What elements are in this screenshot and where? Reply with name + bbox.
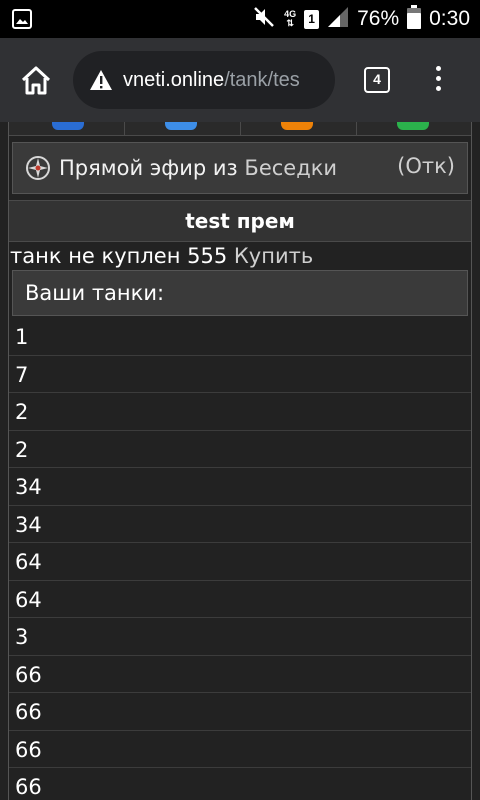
home-icon[interactable]	[20, 65, 52, 97]
status-bar: 4G ⇅ 1 76% 0:30	[0, 0, 480, 38]
menu-icon[interactable]	[430, 66, 446, 96]
live-link[interactable]: Беседки	[244, 156, 337, 180]
address-bar[interactable]: vneti.online/tank/tes	[73, 51, 335, 109]
list-item[interactable]: 2	[9, 393, 471, 431]
live-broadcast-text: Прямой эфир из Беседки	[59, 156, 337, 180]
my-tanks-header: Ваши танки:	[12, 270, 468, 316]
social-cell[interactable]	[9, 122, 125, 136]
url-path: /tank/tes	[224, 68, 300, 91]
url-host: vneti.online	[123, 68, 225, 91]
list-item[interactable]: 7	[9, 356, 471, 393]
list-item[interactable]: 66	[9, 731, 471, 768]
list-item[interactable]: 66	[9, 693, 471, 731]
browser-toolbar: vneti.online/tank/tes 4	[0, 38, 480, 122]
battery-icon	[407, 4, 422, 34]
signal-icon	[327, 6, 349, 33]
social-icon[interactable]	[397, 122, 429, 130]
social-icon-row	[9, 122, 471, 136]
buy-link[interactable]: Купить	[234, 244, 313, 268]
tank-status-text: танк не куплен 555	[10, 244, 228, 268]
list-item[interactable]: 1	[9, 318, 471, 356]
compass-icon	[25, 155, 51, 181]
page-frame-right	[471, 122, 472, 800]
social-cell[interactable]	[357, 122, 471, 136]
social-cell[interactable]	[241, 122, 357, 136]
mute-icon	[252, 5, 276, 34]
tab-switcher-button[interactable]: 4	[364, 67, 390, 93]
live-broadcast-box[interactable]: Прямой эфир из Беседки (Отк)	[12, 142, 468, 194]
clock: 0:30	[429, 7, 470, 30]
live-open-link[interactable]: (Отк)	[397, 154, 455, 178]
web-page: Прямой эфир из Беседки (Отк) test прем т…	[0, 122, 480, 800]
social-icon[interactable]	[52, 122, 84, 130]
image-icon	[12, 9, 32, 34]
list-item[interactable]: 66	[9, 768, 471, 800]
list-item[interactable]: 34	[9, 468, 471, 506]
warning-icon[interactable]	[89, 69, 113, 91]
sim-indicator: 1	[304, 9, 320, 29]
battery-percent: 76%	[357, 7, 400, 30]
list-item[interactable]: 66	[9, 656, 471, 693]
list-item[interactable]: 64	[9, 581, 471, 618]
list-item[interactable]: 34	[9, 506, 471, 543]
list-item[interactable]: 3	[9, 618, 471, 656]
social-icon[interactable]	[281, 122, 313, 130]
live-prefix: Прямой эфир из	[59, 156, 238, 180]
social-cell[interactable]	[125, 122, 241, 136]
social-icon[interactable]	[165, 122, 197, 130]
list-item[interactable]: 2	[9, 431, 471, 468]
url-text[interactable]: vneti.online/tank/tes	[123, 69, 300, 92]
list-item[interactable]: 64	[9, 543, 471, 581]
network-type: 4G ⇅	[284, 9, 297, 28]
tank-list: 1 7 2 2 34 34 64 64 3 66 66 66 66	[9, 318, 471, 800]
tank-status-line: танк не куплен 555 Купить	[10, 242, 472, 270]
page-title: test прем	[9, 200, 471, 242]
